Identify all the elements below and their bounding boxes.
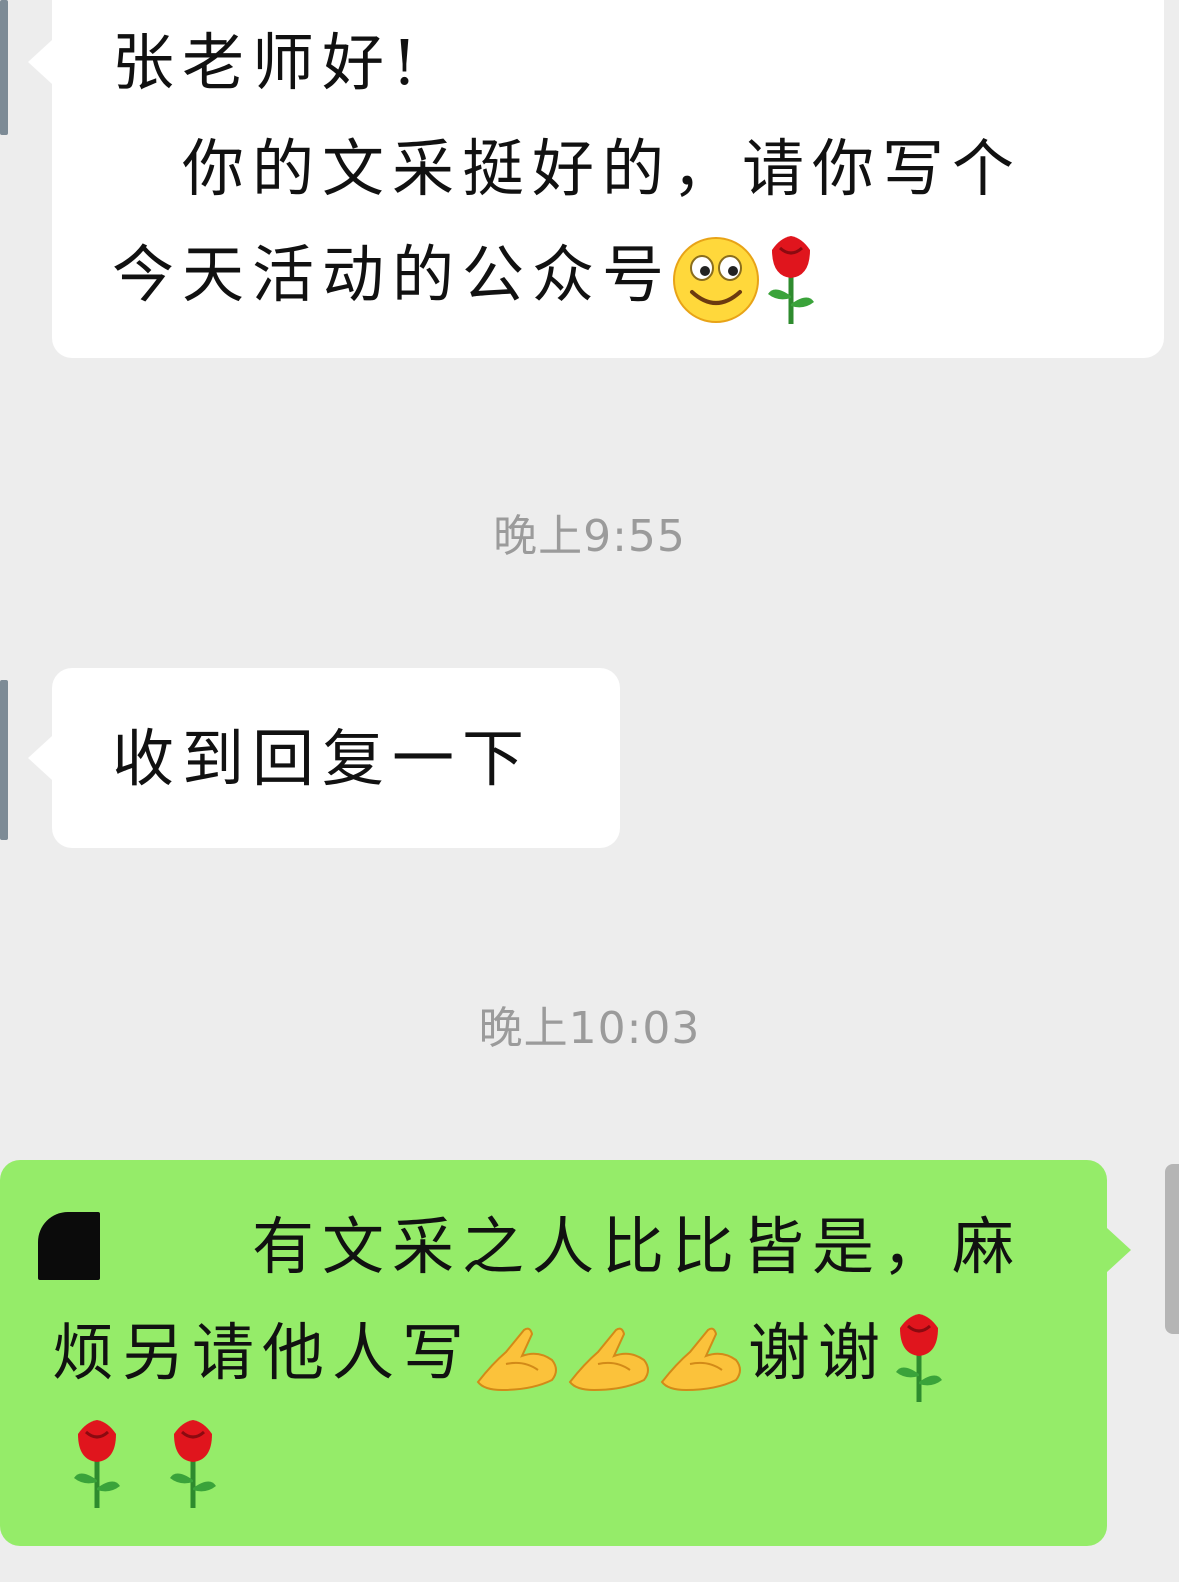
avatar-edge[interactable] bbox=[0, 680, 8, 840]
chat-view: 张老师好! 你的文采挺好的，请你写个 今天活动的公众号 晚上9:55 收到回复一… bbox=[0, 0, 1179, 1582]
smile-emoji-icon bbox=[673, 236, 760, 323]
avatar-edge[interactable] bbox=[0, 0, 8, 135]
timestamp: 晚上10:03 bbox=[478, 1003, 701, 1054]
rose-emoji-icon bbox=[74, 1419, 120, 1508]
bubble-tail bbox=[28, 736, 52, 780]
sticker-icon bbox=[38, 1212, 100, 1280]
pray-emoji-icon bbox=[568, 1327, 650, 1391]
timestamp: 晚上9:55 bbox=[493, 511, 686, 562]
pray-emoji-icon bbox=[476, 1327, 558, 1391]
bubble-tail bbox=[28, 40, 52, 84]
pray-emoji-icon bbox=[660, 1327, 742, 1391]
message-line: 烦另请他人写 谢谢 bbox=[52, 1300, 1107, 1406]
rose-emoji-icon bbox=[170, 1419, 216, 1508]
outgoing-message-bubble[interactable]: 有文采之人比比皆是，麻 烦另请他人写 谢谢 bbox=[0, 1160, 1131, 1546]
message-line bbox=[52, 1406, 1107, 1512]
message-line: 今天活动的公众号 bbox=[112, 222, 1164, 328]
message-line: 收到回复一下 bbox=[112, 722, 533, 795]
incoming-message-bubble[interactable]: 张老师好! 你的文采挺好的，请你写个 今天活动的公众号 bbox=[28, 0, 1164, 358]
message-line: 你的文采挺好的，请你写个 bbox=[112, 132, 1023, 205]
message-line: 有文采之人比比皆是，麻 bbox=[112, 1210, 1023, 1283]
bubble-tail bbox=[1107, 1228, 1131, 1272]
incoming-message-bubble[interactable]: 收到回复一下 bbox=[28, 668, 620, 848]
rose-emoji-icon bbox=[768, 235, 815, 324]
message-line: 张老师好! bbox=[112, 26, 425, 99]
avatar-edge[interactable] bbox=[1165, 1164, 1179, 1334]
rose-emoji-icon bbox=[896, 1313, 943, 1402]
